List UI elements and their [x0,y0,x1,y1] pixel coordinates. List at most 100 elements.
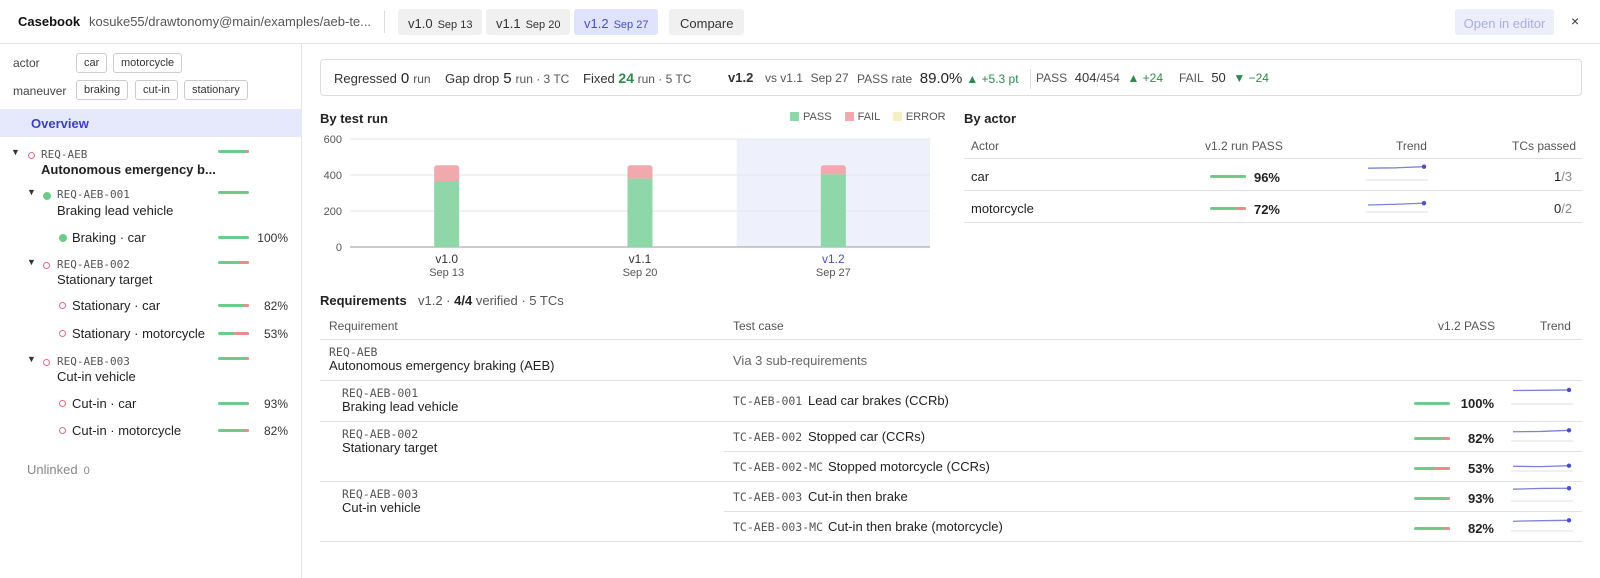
req-id: REQ-AEB-001 [342,386,419,400]
req-name[interactable]: Cut-in vehicle [342,500,421,515]
col-header-test-case: Test case [733,319,784,333]
status-dot-icon [43,192,51,200]
tree-req-name[interactable]: Cut-in vehicle [57,369,136,384]
top-bar: Casebook kosuke55/drawtonomy@main/exampl… [0,0,1600,44]
req-name[interactable]: Braking lead vehicle [342,399,458,414]
x-tick-label: v1.2 [822,252,845,266]
summary-version-label: v1.2 [728,70,754,85]
tree-tc-pct: 100% [257,231,288,245]
summary-bar: Regressed 0 run Gap drop 5 run · 3 TC Fixed … [320,59,1582,96]
col-header-actor: Actor [971,139,1000,153]
filter-actor-label: actor [13,56,40,70]
y-tick-label: 400 [324,170,342,182]
tc-name[interactable]: Stopped car (CCRs) [808,429,925,444]
chevron-down-icon[interactable]: ▼ [27,257,36,267]
tc-id[interactable]: TC-AEB-002-MC [733,460,823,474]
chevron-down-icon[interactable]: ▼ [11,147,20,157]
status-ring-icon [43,359,50,366]
legend-swatch [892,112,902,121]
pass-bar [1414,467,1450,470]
tree-tc-name[interactable]: Stationary · car [72,298,160,313]
col-header-run-pass: v1.2 run PASS [1205,139,1283,153]
legend-label: PASS [803,111,832,123]
tree-tc-name[interactable]: Cut-in · car [72,396,136,411]
actor-tcs-passed: 0/2 [1554,201,1572,216]
fail-delta: ▼ −24 [1233,71,1269,85]
bar-pass [820,174,846,247]
filter-chip-stationary[interactable]: stationary [184,80,248,100]
version-tab-v1-2[interactable]: v1.2 Sep 27 [574,9,659,35]
pass-bar [1414,402,1450,405]
tc-id[interactable]: TC-AEB-002 [733,430,802,444]
tc-name[interactable]: Stopped motorcycle (CCRs) [828,459,990,474]
filter-chip-car[interactable]: car [76,53,108,73]
tree-req-name[interactable]: Autonomous emergency b... [41,162,216,177]
x-tick-date: Sep 13 [429,267,464,279]
version-tab-v1-0[interactable]: v1.0 Sep 13 [398,9,483,35]
tree-req-id: REQ-AEB-002 [57,258,130,271]
status-ring-icon [59,427,66,434]
actor-name[interactable]: car [971,169,989,184]
open-in-editor-button[interactable]: Open in editor [1455,9,1554,35]
tc-id[interactable]: TC-AEB-003-MC [733,520,823,534]
tree-req-id: REQ-AEB-003 [57,355,130,368]
tc-name[interactable]: Cut-in then brake (motorcycle) [828,519,1003,534]
requirements-meta: v1.2 · 4/4 verified · 5 TCs [418,293,564,308]
requirements-meta-rest: verified · 5 TCs [475,293,564,308]
pass-bar [1414,437,1450,440]
req-name[interactable]: Autonomous emergency braking (AEB) [329,358,554,373]
sidebar: actor car motorcycle maneuver braking cu… [0,44,302,578]
actor-pass-pct: 72% [1253,202,1280,217]
pass-value: 404 [1074,70,1097,85]
by-actor-title: By actor [964,111,1017,126]
tree-req-name[interactable]: Stationary target [57,272,152,287]
summary-vs-date: Sep 27 [810,71,849,85]
tc-id[interactable]: TC-AEB-001 [733,394,802,408]
tc-name[interactable]: Lead car brakes (CCRb) [808,393,949,408]
legend-item-error: ERROR [892,111,946,123]
tc-name[interactable]: Cut-in then brake [808,489,908,504]
nav-overview[interactable]: Overview [0,109,302,137]
actor-pass-pct: 96% [1253,170,1280,185]
fixed-value: 24 [618,70,634,86]
x-tick-date: Sep 27 [816,267,851,279]
version-tab-date: Sep 20 [525,19,561,31]
status-ring-icon [28,152,35,159]
legend-label: ERROR [905,111,946,123]
status-ring-icon [59,400,66,407]
regressed-value: 0 [400,70,410,87]
legend-label: FAIL [857,111,880,123]
x-tick-label: v1.0 [435,252,458,266]
tree-tc-name[interactable]: Braking · car [72,230,146,245]
compare-button[interactable]: Compare [669,9,745,35]
chevron-down-icon[interactable]: ▼ [27,354,36,364]
sparkline-line [1512,465,1570,468]
actor-name[interactable]: motorcycle [971,201,1034,216]
bar-fail [820,165,846,175]
chevron-down-icon[interactable]: ▼ [27,187,36,197]
pass-total: /454 [1096,71,1120,85]
divider [384,11,385,33]
trend-sparkline [1511,518,1573,532]
filter-chip-motorcycle[interactable]: motorcycle [113,53,183,73]
nav-unlinked[interactable]: Unlinked 0 [27,462,90,477]
unlinked-label: Unlinked [27,462,78,477]
version-tab-v1-1[interactable]: v1.1 Sep 20 [486,9,571,35]
gapdrop-unit: run · 3 TC [515,72,570,86]
summary-regressed: Regressed 0 run [334,70,431,87]
req-name[interactable]: Stationary target [342,440,437,455]
filter-chip-cut-in[interactable]: cut-in [135,80,178,100]
close-icon[interactable]: × [1571,13,1579,29]
repo-path[interactable]: kosuke55/drawtonomy@main/examples/aeb-te… [89,14,371,29]
sparkline-line [1512,519,1570,522]
filter-chip-braking[interactable]: braking [76,80,129,100]
col-header-trend: Trend [1396,139,1427,153]
version-tab-label: v1.2 [584,16,609,31]
tree-tc-name[interactable]: Stationary · motorcycle [72,326,205,341]
tree-req-name[interactable]: Braking lead vehicle [57,203,173,218]
tc-id[interactable]: TC-AEB-003 [733,490,802,504]
tree-tc-name[interactable]: Cut-in · motorcycle [72,423,181,438]
col-header-tcs-passed: TCs passed [1512,139,1577,153]
tree-tc-pct: 82% [263,299,288,313]
unlinked-count: 0 [83,465,90,477]
